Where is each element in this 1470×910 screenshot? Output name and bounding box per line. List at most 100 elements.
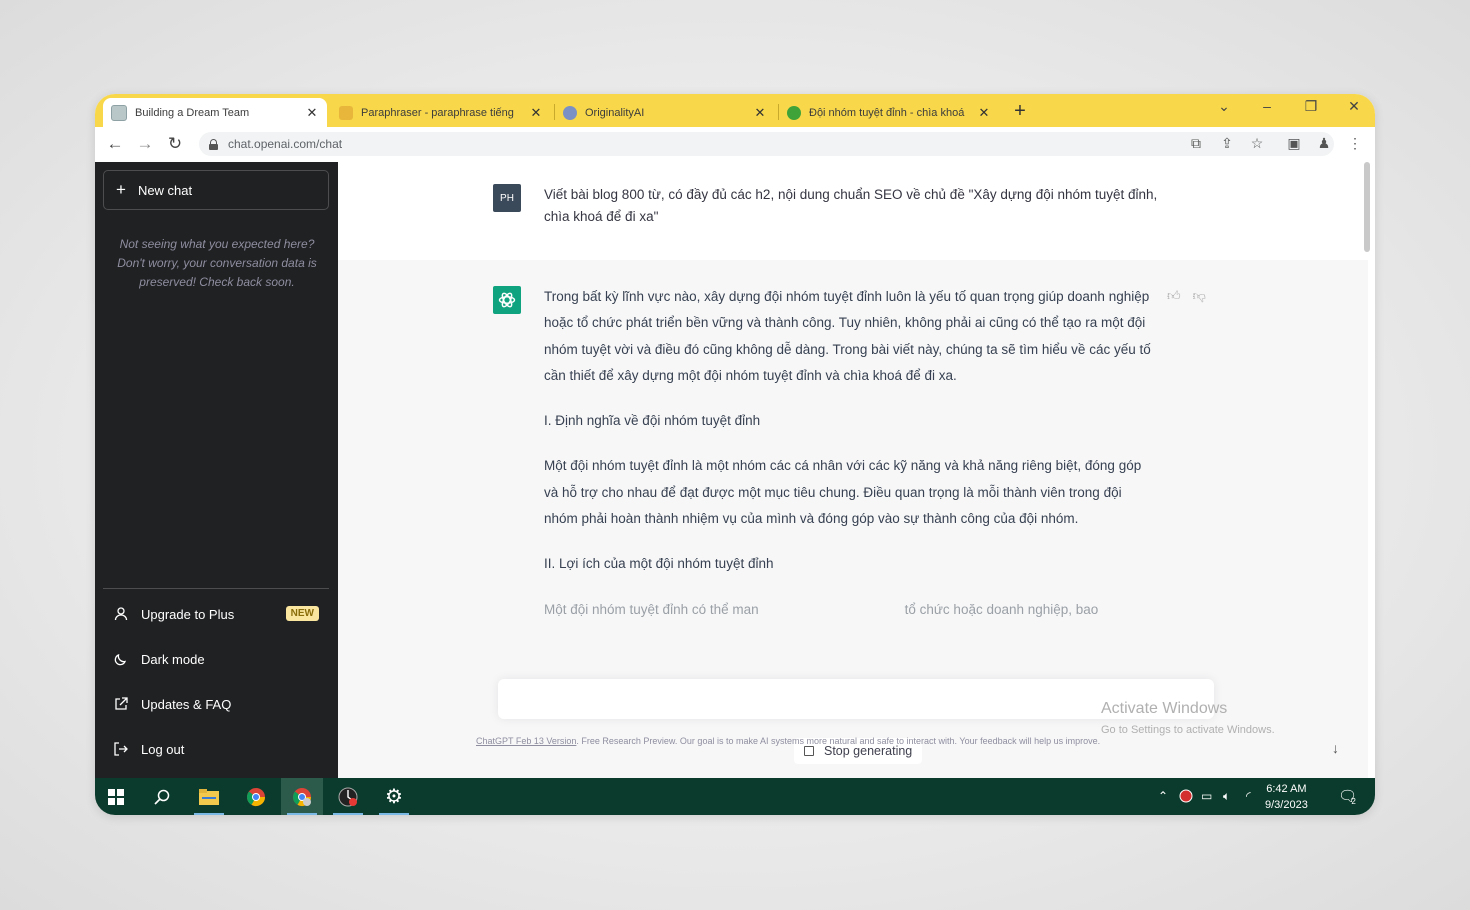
sidebar-item-upgrade[interactable]: Upgrade to Plus NEW bbox=[103, 594, 329, 634]
close-window-icon[interactable]: ✕ bbox=[1344, 98, 1364, 115]
browser-toolbar: ← → ↻ chat.openai.com/chat ⧉ ⇪ ☆ ▣ ♟ ⋮ bbox=[95, 127, 1375, 163]
site-favicon-icon bbox=[787, 105, 801, 120]
clock-time: 6:42 AM bbox=[1266, 783, 1307, 795]
heading-line: I. Định nghĩa về đội nhóm tuyệt đỉnh bbox=[544, 413, 761, 429]
start-button[interactable] bbox=[95, 778, 137, 815]
settings-taskbar-button[interactable]: ⚙ bbox=[373, 778, 415, 815]
tab-title: OriginalityAI bbox=[585, 106, 645, 119]
translate-icon[interactable]: ⧉ bbox=[1187, 135, 1205, 152]
tab-doi-nhom[interactable]: Đội nhóm tuyệt đỉnh - chìa khoá ✕ bbox=[779, 98, 999, 127]
clock-date: 9/3/2023 bbox=[1265, 799, 1308, 811]
recorder-icon bbox=[338, 787, 358, 806]
side-panel-icon[interactable]: ▣ bbox=[1285, 135, 1303, 152]
new-chat-button[interactable]: + New chat bbox=[103, 170, 329, 210]
back-icon[interactable]: ← bbox=[105, 134, 125, 154]
tab-originalityai[interactable]: OriginalityAI ✕ bbox=[555, 98, 775, 127]
logout-icon bbox=[113, 741, 129, 757]
new-tab-button[interactable]: + bbox=[1009, 100, 1031, 123]
reload-icon[interactable]: ↻ bbox=[165, 134, 185, 154]
paragraph: Một đội nhóm tuyệt đỉnh là một nhóm các … bbox=[544, 458, 1142, 527]
openai-logo-icon bbox=[493, 286, 521, 314]
battery-icon[interactable]: ▭ bbox=[1201, 789, 1212, 803]
sidebar-item-log-out[interactable]: Log out bbox=[103, 729, 329, 769]
windows-taskbar: ⚙ ⌃ ▭ 🔈︎ ◜ 6:42 AM 9/3/2023 🗨︎ 2 bbox=[95, 778, 1375, 815]
bookmark-star-icon[interactable]: ☆ bbox=[1248, 135, 1266, 152]
watermark-subtitle: Go to Settings to activate Windows. bbox=[1101, 724, 1275, 736]
browser-window: Building a Dream Team ✕ Paraphraser - pa… bbox=[95, 94, 1375, 815]
address-bar[interactable]: chat.openai.com/chat bbox=[199, 132, 1334, 156]
show-hidden-icons-chevron-icon[interactable]: ⌃ bbox=[1158, 789, 1168, 803]
avatar: PH bbox=[493, 184, 521, 212]
stop-icon bbox=[804, 746, 814, 756]
extensions-icon[interactable]: ♟ bbox=[1315, 135, 1333, 152]
assistant-message-text: Trong bất kỳ lĩnh vực nào, xây dựng đội … bbox=[544, 284, 1154, 642]
tab-title: Đội nhóm tuyệt đỉnh - chìa khoá bbox=[809, 106, 965, 119]
url-text: chat.openai.com/chat bbox=[228, 137, 343, 151]
version-link[interactable]: ChatGPT Feb 13 Version bbox=[476, 736, 576, 746]
user-message: PH Viết bài blog 800 từ, có đầy đủ các h… bbox=[338, 162, 1368, 261]
chrome-taskbar-button[interactable] bbox=[235, 778, 277, 815]
restore-icon[interactable]: ❐ bbox=[1301, 98, 1321, 115]
close-tab-icon[interactable]: ✕ bbox=[977, 105, 991, 121]
sidebar-item-label: Dark mode bbox=[141, 651, 205, 667]
tab-building-a-dream-team[interactable]: Building a Dream Team ✕ bbox=[103, 98, 327, 127]
history-notice: Not seeing what you expected here? Don't… bbox=[117, 237, 317, 289]
streaming-line: Một đội nhóm tuyệt đỉnh có thể man tổ chứ… bbox=[544, 597, 1154, 623]
gear-icon: ⚙ bbox=[385, 786, 403, 808]
user-icon bbox=[113, 606, 129, 622]
windows-logo-icon bbox=[108, 788, 124, 805]
tab-title: Building a Dream Team bbox=[135, 106, 250, 119]
sidebar-divider bbox=[103, 588, 329, 589]
sidebar-item-updates-faq[interactable]: Updates & FAQ bbox=[103, 684, 329, 724]
moon-icon bbox=[113, 651, 129, 667]
tab-title: Paraphraser - paraphrase tiếng bbox=[361, 106, 514, 119]
plus-icon: + bbox=[116, 180, 126, 199]
new-chat-label: New chat bbox=[137, 182, 193, 198]
external-link-icon bbox=[113, 696, 129, 712]
scrollbar[interactable] bbox=[1364, 162, 1370, 252]
sidebar: + New chat Not seeing what you expected … bbox=[95, 162, 338, 778]
forward-icon[interactable]: → bbox=[135, 134, 155, 154]
close-tab-icon[interactable]: ✕ bbox=[305, 105, 319, 121]
minimize-icon[interactable]: – bbox=[1257, 98, 1277, 114]
new-badge: NEW bbox=[285, 606, 319, 621]
sidebar-item-dark-mode[interactable]: Dark mode bbox=[103, 639, 329, 679]
close-tab-icon[interactable]: ✕ bbox=[753, 105, 767, 121]
search-button[interactable] bbox=[141, 778, 183, 815]
feedback-buttons: 👍︎ 👎︎ bbox=[1167, 288, 1206, 304]
user-message-text: Viết bài blog 800 từ, có đầy đủ các h2, … bbox=[544, 187, 1158, 224]
sidebar-item-label: Log out bbox=[141, 741, 185, 757]
close-tab-icon[interactable]: ✕ bbox=[529, 105, 543, 121]
chrome-profile-taskbar-button[interactable] bbox=[281, 778, 323, 815]
thumbs-down-icon[interactable]: 👎︎ bbox=[1193, 288, 1206, 304]
streaming-text-right: tổ chức hoặc doanh nghiệp, bao bbox=[904, 601, 1099, 617]
share-icon[interactable]: ⇪ bbox=[1218, 135, 1236, 152]
tab-strip: Building a Dream Team ✕ Paraphraser - pa… bbox=[95, 94, 1375, 127]
paraphraser-favicon-icon bbox=[339, 105, 353, 120]
activate-windows-watermark: Activate Windows Go to Settings to activ… bbox=[1101, 700, 1275, 736]
tab-search-icon[interactable]: ⌄ bbox=[1214, 98, 1234, 115]
sidebar-item-label: Updates & FAQ bbox=[141, 696, 232, 712]
paragraph: Trong bất kỳ lĩnh vực nào, xây dựng đội … bbox=[544, 289, 1151, 383]
search-icon bbox=[154, 789, 170, 805]
antivirus-icon[interactable] bbox=[1179, 789, 1193, 806]
notification-center-button[interactable]: 🗨︎ 2 bbox=[1338, 787, 1365, 806]
stop-generating-label: Stop generating bbox=[824, 744, 913, 758]
footer-text: . Free Research Preview. Our goal is to … bbox=[576, 736, 1101, 746]
chrome-profile-icon bbox=[293, 787, 311, 806]
thumbs-up-icon[interactable]: 👍︎ bbox=[1167, 288, 1181, 304]
menu-kebab-icon[interactable]: ⋮ bbox=[1346, 135, 1364, 152]
sidebar-item-label: Upgrade to Plus bbox=[141, 606, 235, 622]
chatgpt-favicon-icon bbox=[111, 104, 127, 121]
file-explorer-button[interactable] bbox=[188, 778, 230, 815]
heading-line: II. Lợi ích của một đội nhóm tuyệt đỉnh bbox=[544, 556, 774, 572]
tab-paraphraser[interactable]: Paraphraser - paraphrase tiếng ✕ bbox=[331, 98, 551, 127]
taskbar-clock[interactable]: 6:42 AM 9/3/2023 bbox=[1265, 781, 1308, 813]
wifi-icon[interactable]: ◜ bbox=[1246, 789, 1251, 803]
volume-icon[interactable]: 🔈︎ bbox=[1223, 789, 1230, 804]
streaming-text-left: Một đội nhóm tuyệt đỉnh có thể man bbox=[544, 601, 759, 617]
watermark-title: Activate Windows bbox=[1101, 700, 1228, 717]
chrome-icon bbox=[247, 787, 265, 806]
chat-main: PH Viết bài blog 800 từ, có đầy đủ các h… bbox=[338, 162, 1375, 778]
recorder-taskbar-button[interactable] bbox=[327, 778, 369, 815]
